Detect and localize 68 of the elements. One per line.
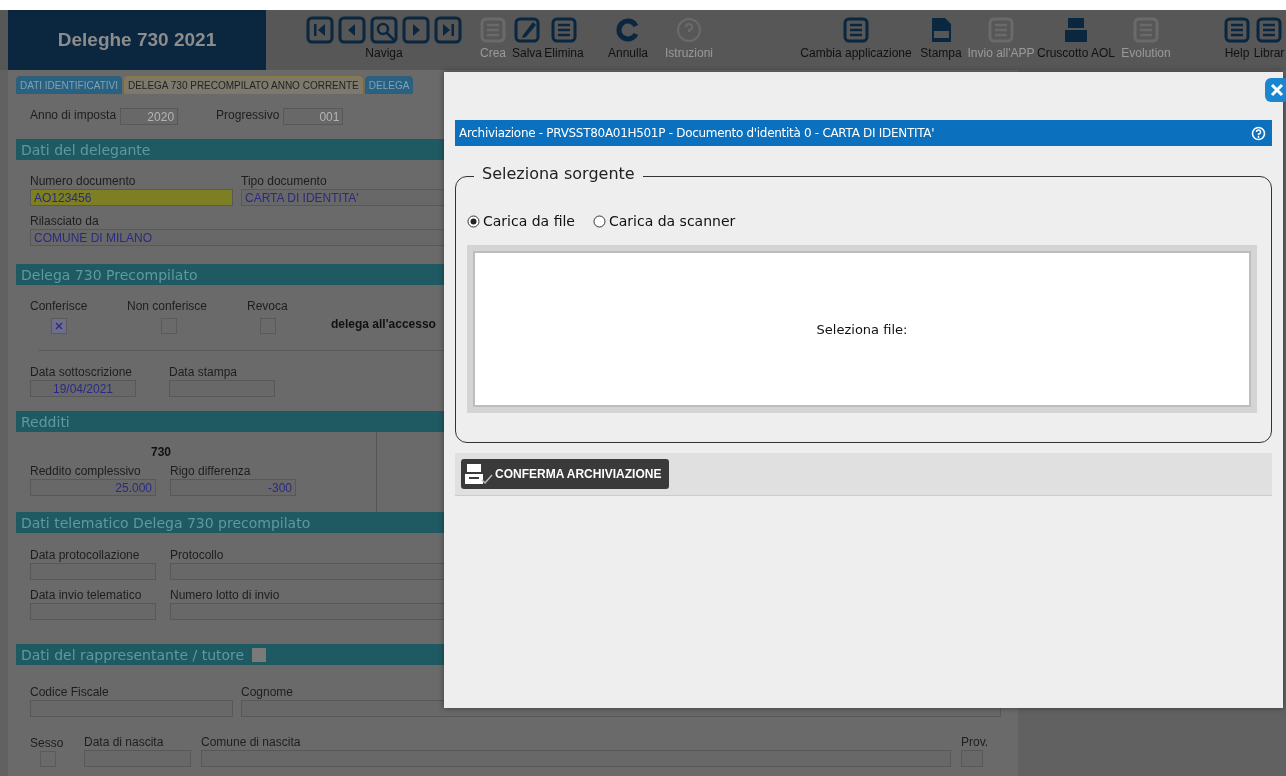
close-button[interactable] — [1265, 78, 1286, 102]
toolbar-button[interactable]: Cruscotto AOL — [1036, 16, 1116, 60]
column-heading: 730 — [151, 445, 171, 459]
file-drop-area[interactable]: Seleziona file: — [467, 245, 1257, 413]
field-label: Rilasciato da — [30, 214, 99, 228]
app-title: Deleghe 730 2021 — [8, 10, 266, 70]
radio-button[interactable] — [592, 214, 606, 228]
help-icon[interactable] — [1251, 125, 1266, 141]
toolbar-button[interactable]: Stampa — [916, 16, 966, 60]
drop-label: Seleziona file: — [816, 321, 908, 337]
field-label: Data di nascita — [84, 735, 164, 749]
list-icon — [1255, 16, 1283, 44]
confirm-button[interactable]: CONFERMA ARCHIVIAZIONE — [461, 459, 670, 489]
radio-option[interactable]: Carica da file — [467, 213, 575, 229]
radio-button[interactable] — [467, 214, 480, 228]
group-legend: Seleziona sorgente — [474, 164, 643, 183]
field-label: Prov. — [961, 735, 989, 749]
field-label: Comune di nascita — [201, 735, 301, 749]
field-label: Tipo documento — [241, 174, 327, 188]
toolbar-button[interactable]: Librar — [1252, 16, 1286, 60]
delega-note: delega all'accesso — [331, 317, 436, 331]
option-label: Conferisce — [30, 299, 88, 313]
field-label: Cognome — [241, 685, 294, 699]
input-field[interactable]: 001 — [283, 108, 344, 125]
search-icon[interactable] — [370, 16, 398, 44]
toolbar-button[interactable]: Salva — [510, 16, 544, 60]
field-label: Numero lotto di invio — [170, 588, 280, 602]
input-field[interactable]: 25.000 — [30, 479, 156, 496]
checkbox[interactable] — [252, 647, 267, 662]
field-label: Protocollo — [170, 548, 224, 562]
field-label: Data protocollazione — [30, 548, 140, 562]
close-icon — [1270, 83, 1284, 97]
cabinet-icon — [1062, 16, 1090, 44]
checkbox[interactable] — [51, 318, 67, 334]
cross-icon — [55, 322, 63, 330]
field-label: Anno di imposta — [30, 108, 117, 122]
tab[interactable]: DELEGA — [364, 76, 414, 94]
dialog-title: Archiviazione - PRVSST80A01H501P - Documento d'identità 0 - CARTA DI IDENTITA' — [459, 126, 935, 140]
tab[interactable]: DATI IDENTIFICATIVI — [16, 76, 122, 94]
input-field[interactable]: AO123456 — [30, 189, 233, 206]
last-icon[interactable] — [434, 16, 462, 44]
toolbar-button[interactable]: Cambia applicazione — [796, 16, 916, 60]
previous-icon[interactable] — [338, 16, 366, 44]
option-label: Revoca — [247, 299, 288, 313]
toolbar-button[interactable]: Annulla — [604, 16, 652, 60]
radio-option[interactable]: Carica da scanner — [592, 213, 736, 229]
toolbar-label: Naviga — [365, 46, 403, 60]
input-field[interactable]: 2020 — [120, 108, 179, 125]
first-icon[interactable] — [306, 16, 334, 44]
field-label: Data stampa — [169, 365, 238, 379]
field-label: Numero documento — [30, 174, 136, 188]
input-field[interactable]: -300 — [170, 479, 296, 496]
field-label: Rigo differenza — [170, 464, 251, 478]
tab[interactable]: DELEGA 730 PRECOMPILATO ANNO CORRENTE — [123, 76, 363, 94]
field-label: Progressivo — [216, 108, 280, 122]
field-label: Reddito complessivo — [30, 464, 141, 478]
pencil-icon — [513, 16, 541, 44]
next-icon[interactable] — [402, 16, 430, 44]
field-label: Data invio telematico — [30, 588, 142, 602]
option-label: Non conferisce — [127, 299, 208, 313]
input-field[interactable]: 19/04/2021 — [30, 380, 136, 397]
toolbar-button[interactable]: Help — [1222, 16, 1252, 60]
field-label: Sesso — [30, 736, 64, 750]
toolbar-button[interactable]: Elimina — [544, 16, 584, 60]
list-icon — [842, 16, 870, 44]
field-label: Codice Fiscale — [30, 685, 109, 699]
field-label: Data sottoscrizione — [30, 365, 133, 379]
archive-icon — [465, 463, 493, 485]
